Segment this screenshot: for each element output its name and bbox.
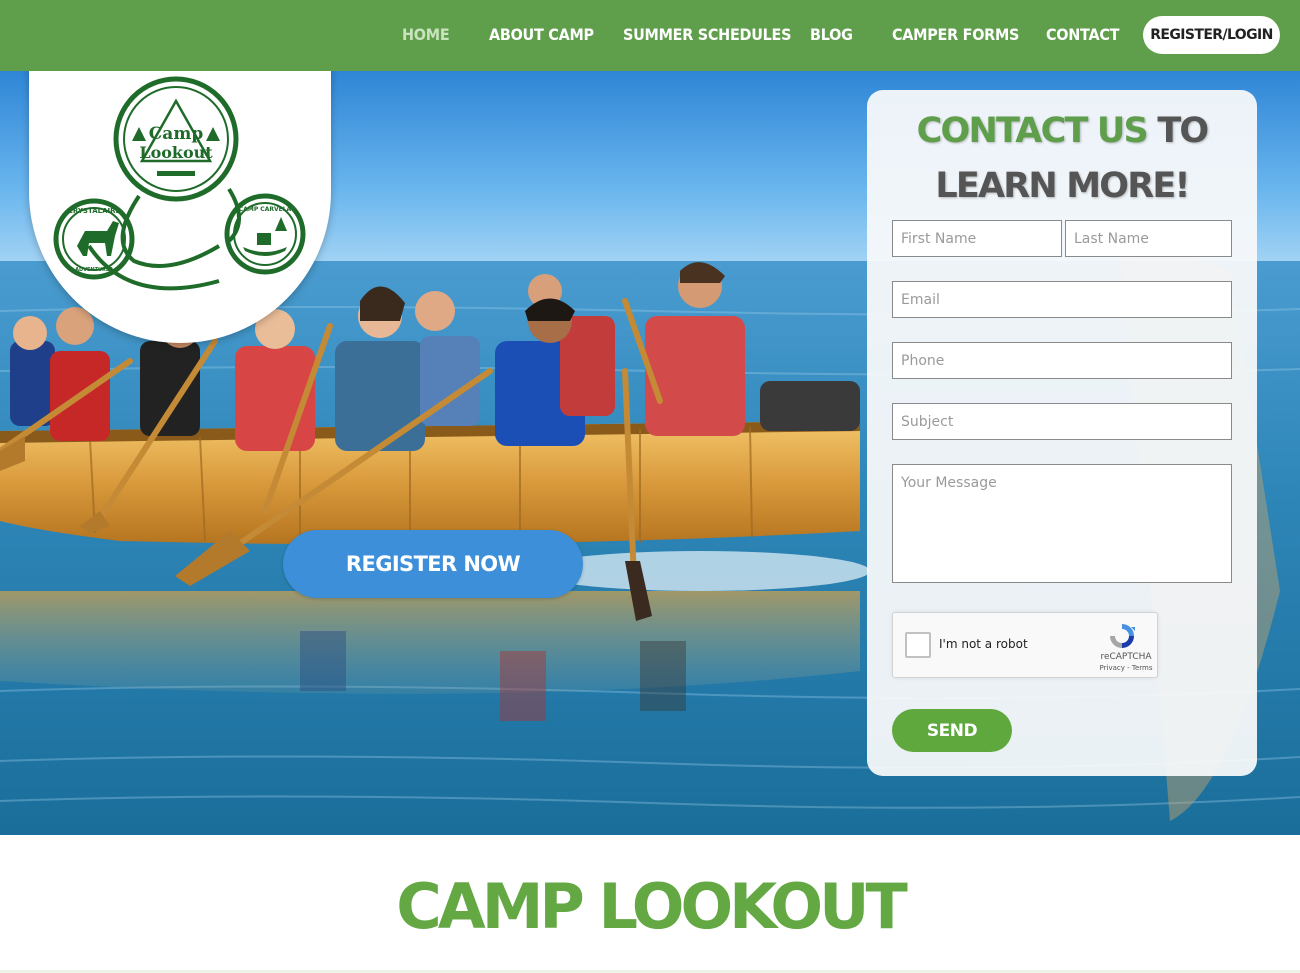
recaptcha-checkbox[interactable]	[905, 632, 931, 658]
nav-summer-schedules[interactable]: SUMMER SCHEDULES	[623, 25, 791, 49]
logo-text-adventures: ADVENTURES	[75, 267, 113, 273]
recaptcha-label: I'm not a robot	[939, 637, 1028, 651]
register-login-button[interactable]: REGISTER/LOGIN	[1143, 16, 1280, 54]
contact-form-panel: CONTACT US TO LEARN MORE! I'm not a robo…	[867, 90, 1257, 776]
page-title: CAMP LOOKOUT	[396, 870, 908, 943]
message-field[interactable]	[892, 464, 1232, 583]
subject-field[interactable]	[892, 403, 1232, 440]
register-now-button[interactable]: REGISTER NOW	[283, 530, 583, 598]
nav-about-camp[interactable]: ABOUT CAMP	[489, 25, 594, 49]
first-name-field[interactable]	[892, 220, 1062, 257]
email-field[interactable]	[892, 281, 1232, 318]
contact-heading: CONTACT US TO LEARN MORE!	[867, 104, 1257, 214]
camp-lookout-logo-icon: Camp Lookout CRYSTALAIRE ADVENTURES CAMP…	[53, 76, 306, 291]
nav-blog[interactable]: BLOG	[810, 25, 853, 49]
logo-card[interactable]: Camp Lookout CRYSTALAIRE ADVENTURES CAMP…	[29, 71, 331, 343]
last-name-field[interactable]	[1065, 220, 1232, 257]
top-navbar: HOME ABOUT CAMP SUMMER SCHEDULES BLOG CA…	[0, 0, 1300, 71]
recaptcha-logo-icon	[1110, 624, 1135, 648]
recaptcha-widget: I'm not a robot reCAPTCHA Privacy - Term…	[892, 612, 1158, 678]
send-button[interactable]: SEND	[892, 709, 1012, 752]
contact-heading-highlight: CONTACT US	[916, 111, 1149, 151]
logo-text-lookout: Lookout	[139, 143, 213, 162]
recaptcha-brand: reCAPTCHA	[1100, 652, 1152, 662]
logo-text-crystalaire: CRYSTALAIRE	[68, 207, 121, 215]
phone-field[interactable]	[892, 342, 1232, 379]
nav-contact[interactable]: CONTACT	[1046, 25, 1119, 49]
nav-home[interactable]: HOME	[402, 25, 450, 49]
hero-section: Camp Lookout CRYSTALAIRE ADVENTURES CAMP…	[0, 71, 1300, 835]
nav-camper-forms[interactable]: CAMPER FORMS	[892, 25, 1019, 49]
logo-text-camp-carvela: CAMP CARVELA	[239, 206, 292, 213]
logo-text-camp: Camp	[149, 124, 204, 144]
recaptcha-terms-link[interactable]: Privacy - Terms	[1093, 664, 1159, 672]
